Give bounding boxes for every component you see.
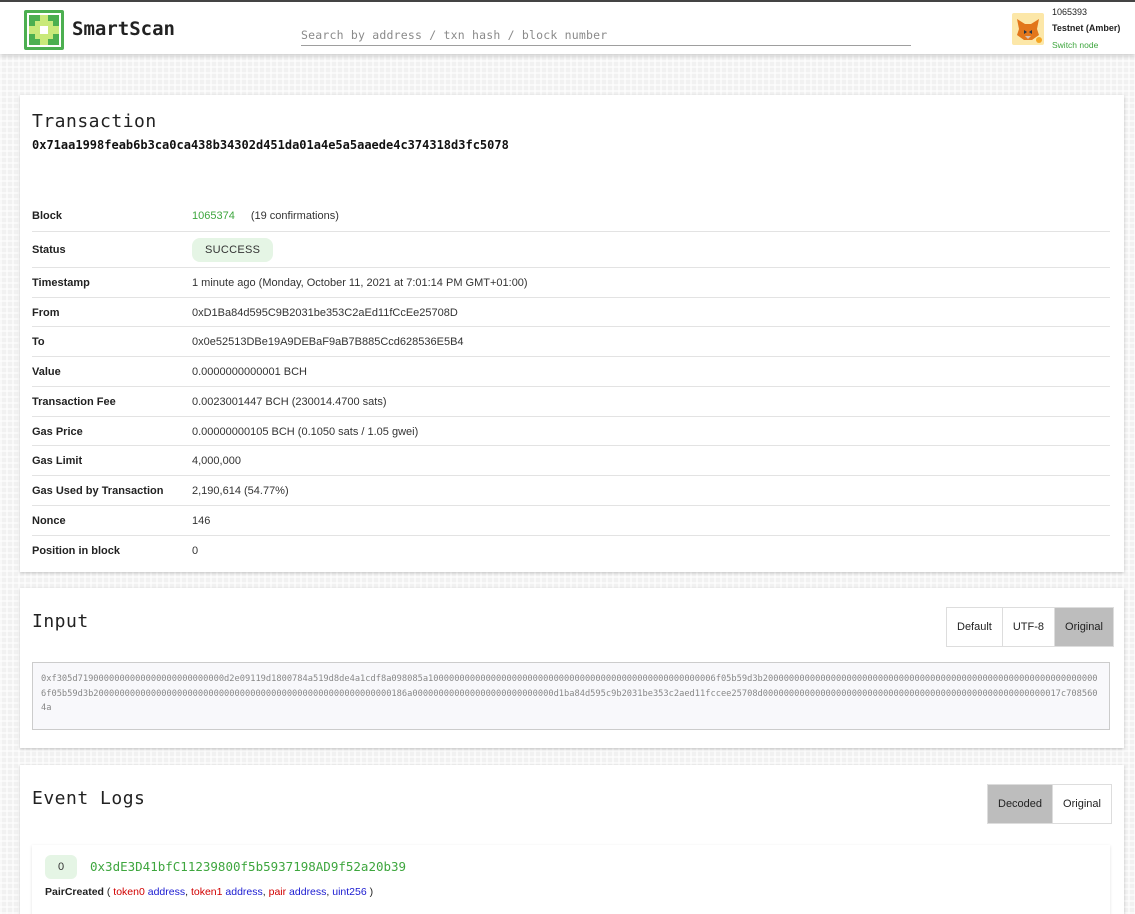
gas-limit-label: Gas Limit xyxy=(32,454,83,467)
gas-price-label: Gas Price xyxy=(32,425,83,438)
event-name: PairCreated xyxy=(45,886,104,898)
to-label: To xyxy=(32,335,45,348)
detail-row-to: To 0x0e52513DBe19A9DEBaF9aB7B885Ccd62853… xyxy=(32,326,1110,356)
detail-row-position: Position in block 0 xyxy=(32,535,1110,565)
node-network-name: Testnet (Amber) xyxy=(1052,23,1121,33)
transaction-title: Transaction xyxy=(32,111,157,132)
timestamp-label: Timestamp xyxy=(32,276,90,289)
param-name: token1 xyxy=(190,886,223,898)
block-label: Block xyxy=(32,210,62,222)
input-card: Input Default UTF-8 Original 0xf305d7190… xyxy=(20,588,1124,748)
status-label: Status xyxy=(32,244,66,256)
to-address-link[interactable]: 0x0e52513DBe19A9DEBaF9aB7B885Ccd628536E5… xyxy=(192,336,464,348)
input-format-toggle: Default UTF-8 Original xyxy=(946,607,1114,647)
value-amount: 0.0000000000001 BCH xyxy=(192,365,307,378)
brand-name[interactable]: SmartScan xyxy=(72,18,175,40)
input-title: Input xyxy=(32,611,89,632)
detail-row-gas-used: Gas Used by Transaction 2,190,614 (54.77… xyxy=(32,475,1110,505)
gas-used-label: Gas Used by Transaction xyxy=(32,484,164,497)
detail-row-timestamp: Timestamp 1 minute ago (Monday, October … xyxy=(32,267,1110,297)
param-type: address xyxy=(147,886,186,898)
detail-row-status: Status SUCCESS xyxy=(32,231,1110,268)
value-label: Value xyxy=(32,365,61,378)
confirmations-text: (19 confirmations) xyxy=(250,210,339,222)
detail-row-nonce: Nonce 146 xyxy=(32,505,1110,535)
gas-price-value: 0.00000000105 BCH (0.1050 sats / 1.05 gw… xyxy=(192,425,419,438)
event-logs-card: Event Logs Decoded Original 0 0x3dE3D41b… xyxy=(20,765,1124,914)
param-type: uint256 xyxy=(332,886,367,898)
detail-row-value: Value 0.0000000000001 BCH xyxy=(32,356,1110,386)
detail-row-fee: Transaction Fee 0.0023001447 BCH (230014… xyxy=(32,386,1110,416)
logs-mode-decoded-button[interactable]: Decoded xyxy=(988,785,1053,823)
param-type: address xyxy=(225,886,263,898)
fee-label: Transaction Fee xyxy=(32,395,116,408)
input-mode-default-button[interactable]: Default xyxy=(947,608,1002,646)
input-mode-original-button[interactable]: Original xyxy=(1054,608,1113,646)
timestamp-value: 1 minute ago (Monday, October 11, 2021 a… xyxy=(192,276,528,289)
param-name: token0 xyxy=(113,886,145,898)
detail-row-gas-price: Gas Price 0.00000000105 BCH (0.1050 sats… xyxy=(32,416,1110,446)
gas-limit-value: 4,000,000 xyxy=(192,454,241,467)
node-block-number: 1065393 xyxy=(1052,7,1088,17)
event-logs-format-toggle: Decoded Original xyxy=(987,784,1112,824)
fee-value: 0.0023001447 BCH (230014.4700 sats) xyxy=(192,395,387,408)
param-name: pair xyxy=(268,886,287,898)
search-input[interactable] xyxy=(301,24,911,46)
log-contract-address-link[interactable]: 0x3dE3D41bfC11239800f5b5937198AD9f52a20b… xyxy=(90,859,406,874)
detail-row-gas-limit: Gas Limit 4,000,000 xyxy=(32,445,1110,475)
nonce-value: 146 xyxy=(192,514,211,527)
logs-mode-original-button[interactable]: Original xyxy=(1052,785,1111,823)
from-address-link[interactable]: 0xD1Ba84d595C9B2031be353C2aEd11fCcEe2570… xyxy=(192,307,458,319)
detail-row-from: From 0xD1Ba84d595C9B2031be353C2aEd11fCcE… xyxy=(32,297,1110,327)
from-label: From xyxy=(32,306,60,319)
gas-used-value: 2,190,614 (54.77%) xyxy=(192,484,289,497)
log-event-signature: PairCreated ( token0 address, token1 add… xyxy=(45,886,374,898)
event-log-item: 0 0x3dE3D41bfC11239800f5b5937198AD9f52a2… xyxy=(32,845,1110,914)
block-number-link[interactable]: 1065374 xyxy=(192,210,235,222)
input-data-box[interactable]: 0xf305d7190000000000000000000000000d2e09… xyxy=(32,662,1110,730)
transaction-hash: 0x71aa1998feab6b3ca0ca438b34302d451da01a… xyxy=(32,138,509,152)
nonce-label: Nonce xyxy=(32,514,66,527)
switch-node-link[interactable]: Switch node xyxy=(1052,40,1098,50)
detail-row-block: Block 1065374 (19 confirmations) xyxy=(32,201,1110,231)
top-header: SmartScan 1065393 Testnet (Amber) Switch… xyxy=(0,0,1135,54)
position-value: 0 xyxy=(192,544,199,557)
event-logs-title: Event Logs xyxy=(32,788,146,809)
smartscan-logo-icon[interactable] xyxy=(24,10,64,50)
log-index-badge: 0 xyxy=(45,855,77,879)
transaction-card: Transaction 0x71aa1998feab6b3ca0ca438b34… xyxy=(20,95,1124,572)
position-label: Position in block xyxy=(32,544,121,557)
param-type: address xyxy=(289,886,327,898)
status-badge: SUCCESS xyxy=(192,238,274,262)
input-mode-utf8-button[interactable]: UTF-8 xyxy=(1001,608,1055,646)
metamask-fox-icon[interactable] xyxy=(1012,13,1044,45)
